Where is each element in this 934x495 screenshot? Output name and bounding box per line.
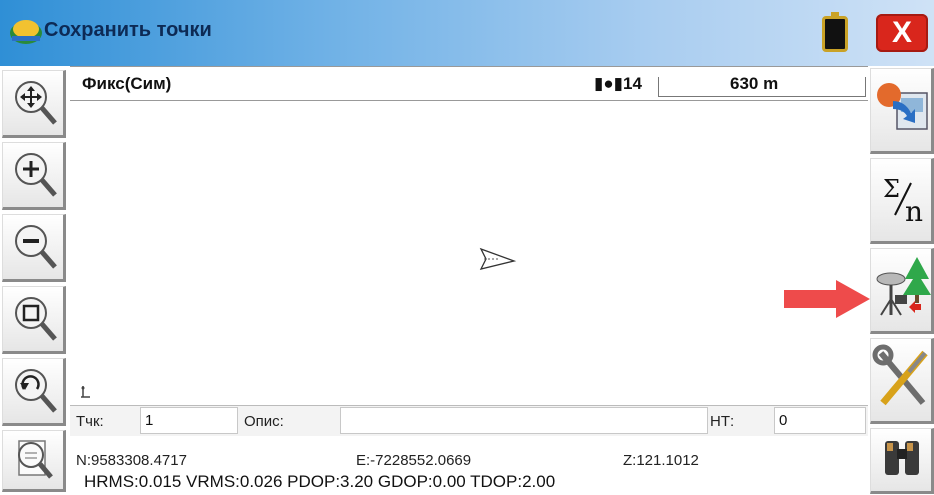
east-coordinate: E:-7228552.0669 — [356, 452, 472, 469]
pan-icon — [15, 81, 57, 125]
satellite-icon: ▮●▮ — [594, 74, 623, 93]
gnss-antenna-tree-icon — [876, 257, 931, 316]
zoom-previous-button[interactable] — [2, 358, 66, 426]
binoculars-button[interactable] — [870, 428, 934, 494]
position-cursor-icon — [479, 247, 517, 270]
map-view[interactable]: Фикс(Сим) ▮●▮14 630 m — [70, 66, 868, 406]
title-bar: Сохранить точки X — [0, 0, 934, 66]
zoom-in-icon — [15, 153, 57, 197]
svg-text:Σ: Σ — [883, 175, 900, 203]
store-point-button[interactable] — [870, 248, 934, 334]
height-label: НТ: — [710, 413, 735, 430]
point-label: Тчк: — [76, 413, 104, 430]
zoom-previous-icon — [15, 369, 57, 413]
zoom-extents-icon — [15, 297, 57, 341]
north-coordinate: N:9583308.4717 — [76, 452, 187, 469]
scale-label: 630 m — [730, 74, 779, 93]
zoom-in-button[interactable] — [2, 142, 66, 210]
tools-settings-icon — [872, 344, 928, 406]
binoculars-icon — [885, 441, 919, 475]
point-entry-row: Тчк: Опис: НТ: — [70, 406, 868, 436]
satellite-count: ▮●▮14 — [594, 74, 642, 93]
window-title: Сохранить точки — [44, 19, 212, 41]
close-button[interactable]: X — [876, 14, 928, 52]
status-row: Фикс(Сим) ▮●▮14 630 m — [70, 67, 868, 101]
north-arrow-icon — [81, 386, 90, 398]
left-toolbar — [0, 66, 70, 494]
battery-icon — [822, 12, 848, 52]
sigma-n-button[interactable]: Σ n — [870, 158, 934, 244]
elevation-coordinate: Z:121.1012 — [623, 452, 699, 469]
zoom-extents-button[interactable] — [2, 286, 66, 354]
coordinates-panel: N:9583308.4717 E:-7228552.0669 Z:121.101… — [70, 436, 868, 494]
right-toolbar: Σ n — [868, 66, 934, 494]
pan-button[interactable] — [2, 70, 66, 138]
app-logo-icon — [10, 20, 42, 44]
export-icon — [877, 83, 928, 130]
export-button[interactable] — [870, 68, 934, 154]
zoom-list-button[interactable] — [2, 430, 66, 492]
point-name-input[interactable] — [140, 407, 238, 434]
zoom-list-icon — [18, 440, 53, 479]
fix-status: Фикс(Сим) — [82, 74, 172, 93]
zoom-out-icon — [15, 225, 57, 269]
settings-button[interactable] — [870, 338, 934, 424]
description-label: Опис: — [244, 413, 284, 430]
precision-readout: HRMS:0.015 VRMS:0.026 PDOP:3.20 GDOP:0.0… — [84, 472, 556, 491]
description-input[interactable] — [340, 407, 708, 434]
height-input[interactable] — [774, 407, 866, 434]
red-arrow-annotation-icon — [784, 280, 870, 318]
zoom-out-button[interactable] — [2, 214, 66, 282]
svg-text:n: n — [905, 195, 923, 228]
sigma-n-icon: Σ n — [883, 175, 923, 228]
